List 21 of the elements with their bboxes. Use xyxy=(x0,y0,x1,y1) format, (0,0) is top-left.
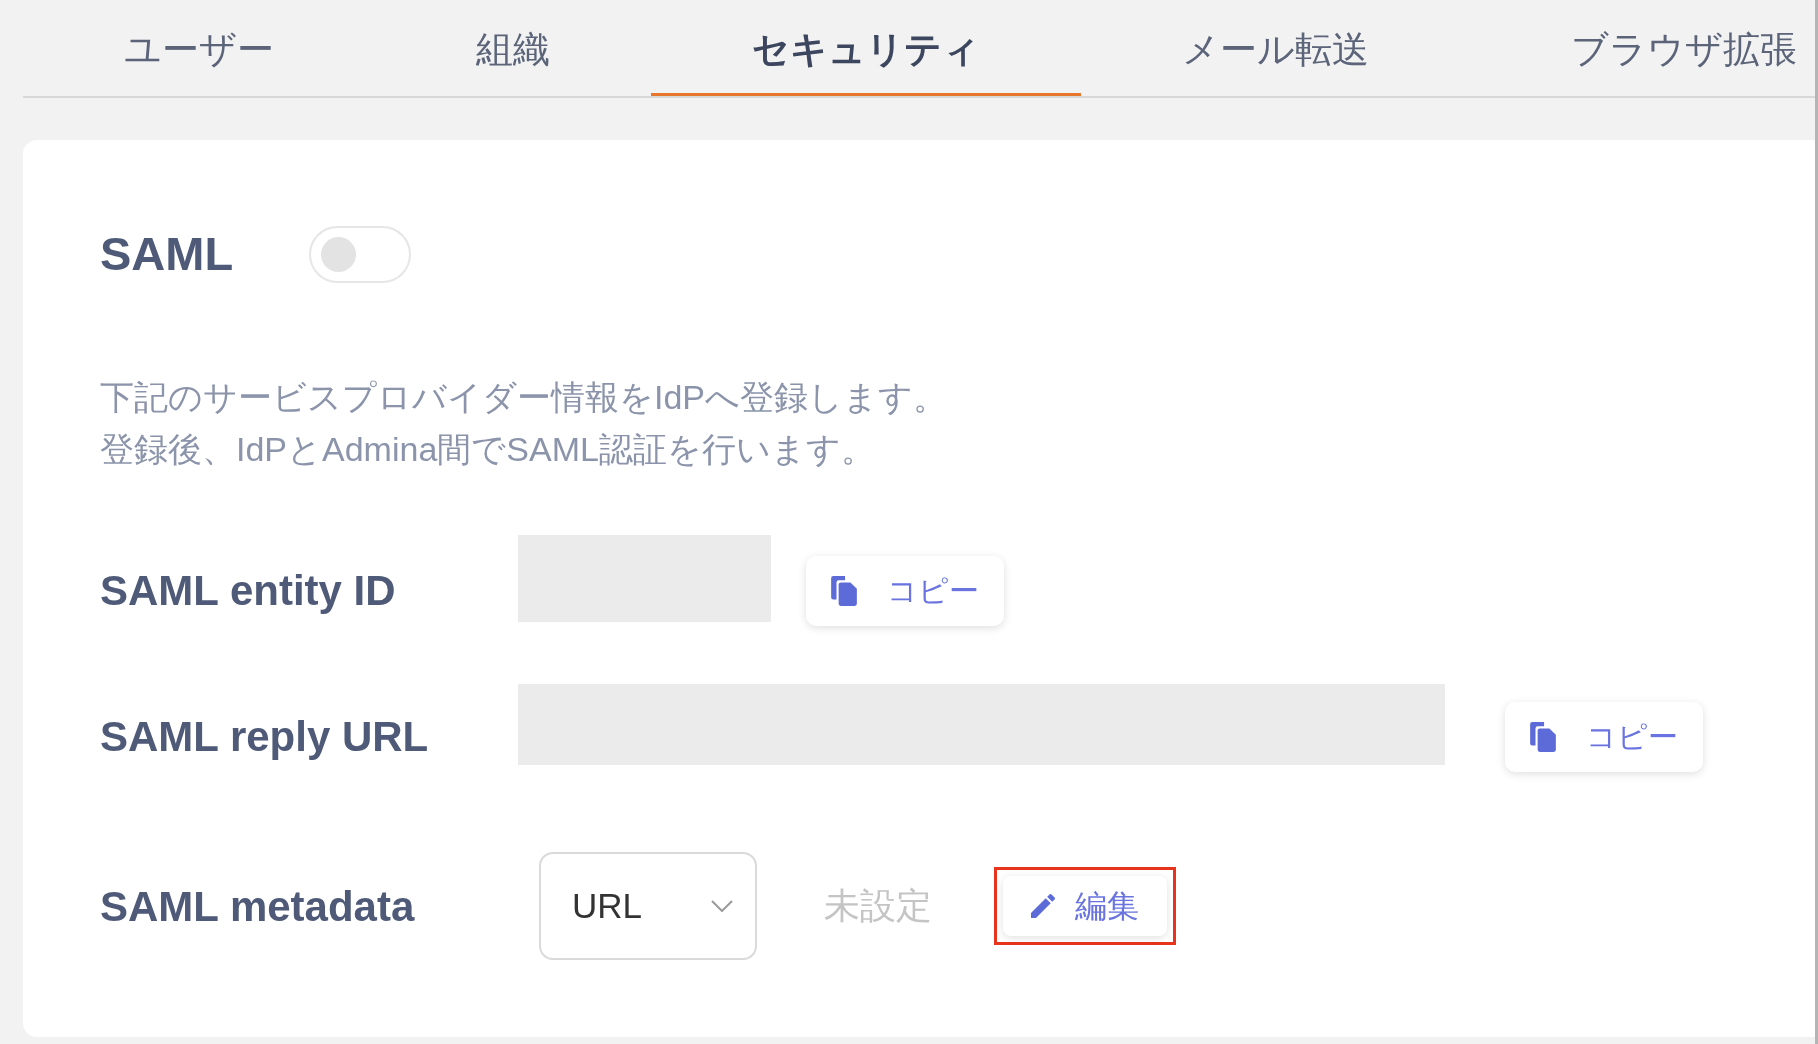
status-text: 未設定 xyxy=(824,884,932,928)
field-label: SAML metadata xyxy=(100,881,416,932)
tab[interactable]: セキュリティ xyxy=(651,0,1081,96)
field-label: SAML entity ID xyxy=(100,566,397,616)
edit-button[interactable]: 編集 xyxy=(1003,876,1167,936)
copy-icon xyxy=(1530,721,1556,752)
metadata-select[interactable]: URL xyxy=(539,852,757,960)
copy-button[interactable]: コピー xyxy=(1505,701,1703,772)
pencil-icon xyxy=(1031,894,1055,918)
tab[interactable]: メール転送 xyxy=(1081,0,1470,96)
chevron-down-icon xyxy=(711,900,733,912)
description-text: 下記のサービスプロバイダー情報をIdPへ登録します。 xyxy=(100,377,948,418)
copy-button[interactable]: コピー xyxy=(806,555,1004,626)
field-label: SAML reply URL xyxy=(100,712,430,762)
description-text: 登録後、IdPとAdmina間でSAML認証を行います。 xyxy=(100,429,875,470)
tab[interactable]: ユーザー xyxy=(23,0,375,96)
section-title: SAML xyxy=(100,226,234,282)
tab[interactable]: ブラウザ拡張 xyxy=(1470,0,1815,96)
toggle-switch[interactable] xyxy=(309,225,412,283)
copy-icon xyxy=(831,575,857,606)
tab[interactable]: 組織 xyxy=(375,0,651,96)
